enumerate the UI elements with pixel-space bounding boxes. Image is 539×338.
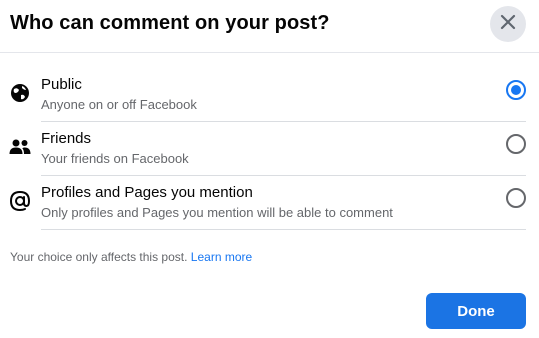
close-icon — [500, 14, 516, 35]
audience-options: Public Anyone on or off Facebook Friends… — [0, 68, 539, 230]
note-text: Your choice only affects this post. — [10, 250, 188, 264]
option-label: Public — [41, 76, 82, 93]
at-sign-icon — [9, 190, 31, 212]
option-friends[interactable]: Friends Your friends on Facebook — [0, 122, 539, 176]
globe-icon — [9, 82, 31, 104]
option-description: Your friends on Facebook — [41, 151, 189, 166]
friends-icon — [9, 136, 31, 158]
comment-audience-dialog: Who can comment on your post? Public Any… — [0, 0, 539, 338]
option-text: Friends Your friends on Facebook — [41, 130, 526, 176]
dialog-title: Who can comment on your post? — [10, 12, 330, 34]
option-label: Friends — [41, 130, 92, 147]
option-text: Profiles and Pages you mention Only prof… — [41, 184, 526, 230]
learn-more-link[interactable]: Learn more — [191, 250, 252, 264]
done-button[interactable]: Done — [426, 293, 526, 329]
dialog-header: Who can comment on your post? — [0, 0, 539, 53]
footer-note: Your choice only affects this post. Lear… — [10, 250, 252, 264]
option-description: Anyone on or off Facebook — [41, 97, 197, 112]
option-text: Public Anyone on or off Facebook — [41, 76, 526, 122]
radio-friends[interactable] — [506, 134, 526, 154]
option-mentioned[interactable]: Profiles and Pages you mention Only prof… — [0, 176, 539, 230]
close-button[interactable] — [490, 6, 526, 42]
radio-public[interactable] — [506, 80, 526, 100]
option-description: Only profiles and Pages you mention will… — [41, 205, 393, 220]
option-label: Profiles and Pages you mention — [41, 184, 253, 201]
radio-mentioned[interactable] — [506, 188, 526, 208]
option-public[interactable]: Public Anyone on or off Facebook — [0, 68, 539, 122]
